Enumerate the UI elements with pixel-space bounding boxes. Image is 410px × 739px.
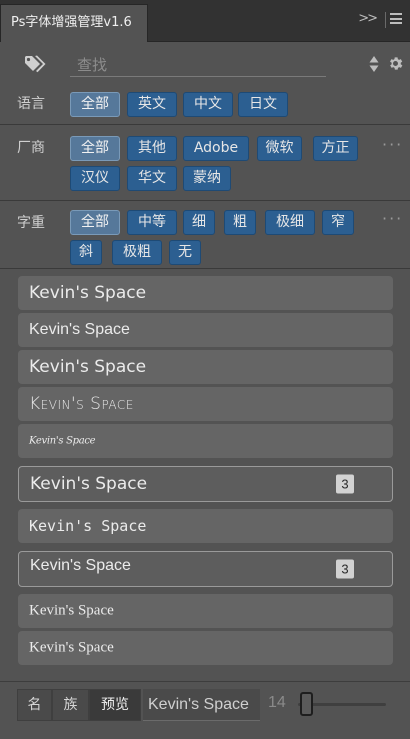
font-item[interactable]: Kevin's Space	[18, 313, 393, 347]
chip-vendor-monotype[interactable]: 蒙纳	[183, 166, 231, 191]
font-sample: Kevin's Space	[29, 357, 147, 377]
chip-vendor-founder[interactable]: 方正	[313, 136, 358, 161]
preview-text-input[interactable]	[143, 689, 260, 721]
filter-label-vendor: 厂商	[17, 140, 45, 156]
chip-vendor-other[interactable]: 其他	[127, 136, 177, 161]
chip-language-all[interactable]: 全部	[70, 92, 120, 117]
mode-name-button[interactable]: 名	[17, 689, 52, 721]
variant-count-badge: 3	[336, 559, 354, 579]
chip-weight-bold[interactable]: 粗	[224, 210, 256, 235]
font-sample: Kevin's Space	[29, 394, 134, 414]
font-sample: Kevin's Space	[29, 602, 114, 619]
font-size-value: 14	[268, 694, 286, 711]
font-sample: Kevin's Space	[29, 517, 147, 535]
chip-language-english[interactable]: 英文	[127, 92, 177, 117]
font-sample: Kevin's Space	[29, 321, 130, 338]
font-item[interactable]: Kevin's Space	[18, 424, 393, 458]
font-item[interactable]: Kevin's Space	[18, 509, 393, 543]
chip-weight-all[interactable]: 全部	[70, 210, 120, 235]
chip-weight-thin[interactable]: 细	[183, 210, 215, 235]
mode-family-button[interactable]: 族	[52, 689, 89, 721]
panel-title: Ps字体增强管理v1.6	[11, 15, 132, 30]
titlebar-divider	[385, 12, 386, 28]
mode-preview-button[interactable]: 预览	[89, 689, 141, 721]
bottom-toolbar: 名 族 预览 14	[0, 681, 410, 739]
chip-weight-narrow[interactable]: 窄	[322, 210, 354, 235]
chip-weight-extra-thin[interactable]: 极细	[265, 210, 315, 235]
collapse-icon[interactable]: >>	[358, 11, 378, 26]
chip-language-chinese[interactable]: 中文	[183, 92, 233, 117]
chip-weight-italic[interactable]: 斜	[70, 240, 102, 265]
font-list[interactable]: Kevin's Space Kevin's Space Kevin's Spac…	[0, 268, 410, 672]
filter-label-language: 语言	[17, 96, 45, 112]
vendor-more-icon[interactable]: ···	[382, 135, 403, 154]
font-size-slider-handle[interactable]	[300, 692, 313, 716]
font-sample: Kevin's Space	[29, 639, 114, 656]
chip-vendor-microsoft[interactable]: 微软	[257, 136, 302, 161]
variant-count-badge: 3	[336, 474, 354, 494]
font-item[interactable]: Kevin's Space	[18, 594, 393, 628]
font-item-selected[interactable]: Kevin's Space 3	[18, 551, 393, 587]
gear-icon[interactable]	[387, 55, 404, 72]
search-input[interactable]	[70, 53, 326, 77]
chip-vendor-hanyi[interactable]: 汉仪	[70, 166, 120, 191]
chip-weight-medium[interactable]: 中等	[127, 210, 177, 235]
chip-weight-none[interactable]: 无	[169, 240, 201, 265]
panel-menu-icon[interactable]	[390, 13, 402, 24]
filter-label-weight: 字重	[17, 215, 45, 231]
font-item[interactable]: Kevin's Space	[18, 387, 393, 421]
font-sample: Kevin's Space	[29, 283, 147, 303]
font-item-selected[interactable]: Kevin's Space 3	[18, 466, 393, 502]
filter-divider	[0, 200, 410, 201]
font-sample: Kevin's Space	[30, 474, 148, 494]
chip-weight-extra-bold[interactable]: 极粗	[112, 240, 162, 265]
chip-language-japanese[interactable]: 日文	[238, 92, 288, 117]
font-sample: Kevin's Space	[29, 435, 96, 447]
font-item[interactable]: Kevin's Space	[18, 350, 393, 384]
panel-tab[interactable]: Ps字体增强管理v1.6	[0, 4, 148, 42]
chip-vendor-adobe[interactable]: Adobe	[183, 136, 249, 161]
font-item[interactable]: Kevin's Space	[18, 631, 393, 665]
font-sample: Kevin's Space	[30, 557, 131, 574]
sort-icon[interactable]	[369, 55, 379, 73]
font-item[interactable]: Kevin's Space	[18, 276, 393, 310]
filter-divider	[0, 124, 410, 125]
chip-vendor-huawen[interactable]: 华文	[127, 166, 177, 191]
chip-vendor-all[interactable]: 全部	[70, 136, 120, 161]
tag-icon	[25, 55, 46, 73]
panel-titlebar: Ps字体增强管理v1.6 >>	[0, 0, 410, 42]
weight-more-icon[interactable]: ···	[382, 209, 403, 228]
